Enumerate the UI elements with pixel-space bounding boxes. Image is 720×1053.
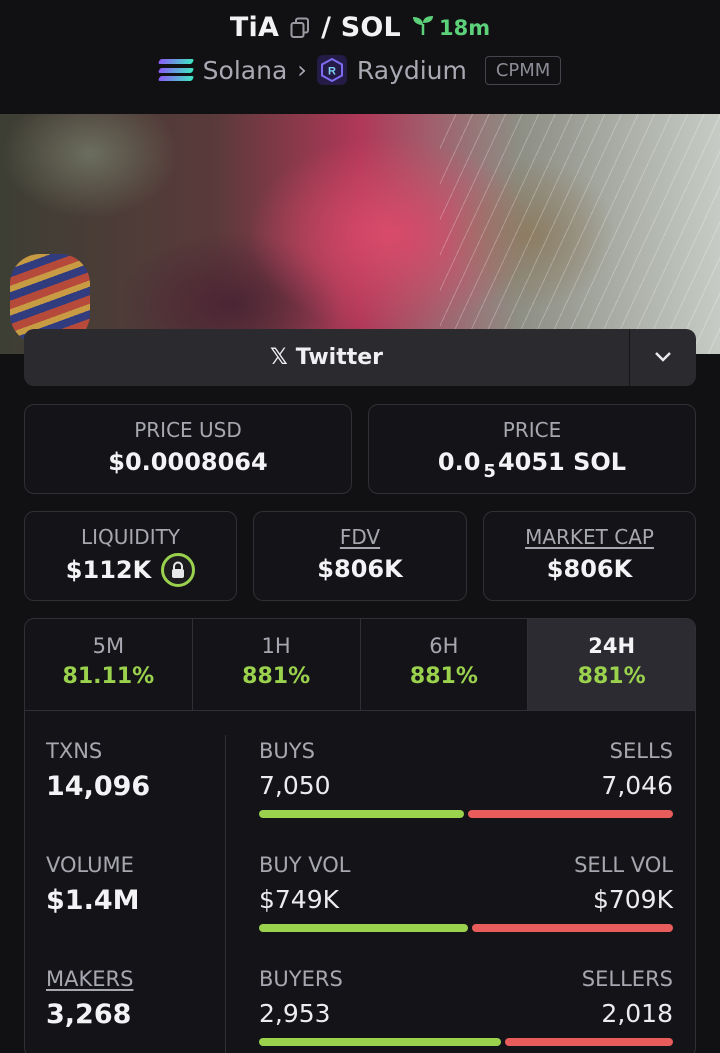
buyers-bar: [259, 1038, 501, 1046]
copy-icon[interactable]: [289, 16, 311, 40]
buyers-sellers-stat: BUYERS 2,953 SELLERS 2,018: [259, 967, 673, 1046]
stats-grid: TXNS 14,096 VOLUME $1.4M MAKERS 3,268 BU…: [25, 711, 695, 1053]
tab-6h[interactable]: 6H 881%: [361, 619, 529, 710]
tab-5m-label: 5M: [92, 634, 125, 658]
txns-stat: TXNS 14,096: [46, 739, 150, 802]
buy-sell-volume-stat: BUY VOL $749K SELL VOL $709K: [259, 853, 673, 932]
tab-24h-label: 24H: [588, 634, 636, 658]
fdv-label[interactable]: FDV: [254, 525, 466, 549]
price-native-prefix: 0.0: [437, 448, 481, 476]
volume-label: VOLUME: [46, 853, 134, 877]
chevron-right-icon: ›: [297, 56, 307, 84]
token-banner-image: [0, 114, 720, 354]
chevron-down-icon: [654, 348, 672, 367]
buy-vol-value: $749K: [259, 885, 340, 914]
volume-value: $1.4M: [46, 885, 140, 916]
twitter-label: Twitter: [295, 345, 383, 370]
price-native-zero-count: 5: [483, 460, 496, 482]
buys-sells-ratio-bar: [259, 810, 673, 818]
twitter-button[interactable]: 𝕏 Twitter: [24, 329, 629, 386]
price-usd-value: $0.0008064: [108, 448, 268, 476]
buy-vol-label: BUY VOL: [259, 853, 351, 877]
sell-vol-bar: [472, 924, 673, 932]
sells-label: SELLS: [609, 739, 673, 763]
price-native-value: 0.0 5 4051 SOL: [369, 448, 695, 482]
pair-age: 18m: [411, 14, 490, 41]
sells-bar: [468, 810, 673, 818]
chain-dex-breadcrumb: Solana › R Raydium CPMM: [0, 55, 720, 85]
dex-link[interactable]: Raydium: [357, 56, 467, 85]
pair-age-value: 18m: [438, 15, 491, 40]
tab-24h[interactable]: 24H 881%: [528, 619, 695, 710]
tab-1h[interactable]: 1H 881%: [193, 619, 361, 710]
market-cap-label[interactable]: MARKET CAP: [484, 525, 695, 549]
tab-1h-label: 1H: [261, 634, 291, 658]
sellers-bar: [505, 1038, 673, 1046]
raydium-logo-icon: R: [316, 55, 347, 85]
liquidity-value-row: $112K: [25, 553, 236, 587]
market-cap-value: $806K: [546, 555, 633, 583]
sells-value: 7,046: [601, 771, 673, 800]
more-links-dropdown[interactable]: [629, 329, 696, 386]
sell-vol-label: SELL VOL: [574, 853, 673, 877]
price-usd-label: PRICE USD: [134, 418, 242, 442]
tab-6h-label: 6H: [429, 634, 459, 658]
volume-ratio-bar: [259, 924, 673, 932]
makers-ratio-bar: [259, 1038, 673, 1046]
lock-icon[interactable]: [161, 553, 196, 587]
price-native-box: PRICE 0.0 5 4051 SOL: [368, 404, 696, 494]
liquidity-label: LIQUIDITY: [80, 525, 181, 549]
solana-logo-icon: [157, 55, 194, 85]
sellers-label: SELLERS: [581, 967, 673, 991]
market-cap-box: MARKET CAP $806K: [483, 511, 696, 601]
social-links-bar: 𝕏 Twitter: [24, 329, 696, 386]
txns-label: TXNS: [46, 739, 103, 763]
tab-1h-change: 881%: [242, 664, 311, 689]
fdv-value: $806K: [317, 555, 403, 583]
volume-stat: VOLUME $1.4M: [46, 853, 140, 916]
liquidity-value: $112K: [65, 556, 152, 584]
sell-vol-value: $709K: [592, 885, 673, 914]
tab-6h-change: 881%: [409, 664, 478, 689]
buys-bar: [259, 810, 464, 818]
fdv-box: FDV $806K: [253, 511, 467, 601]
buys-label: BUYS: [259, 739, 315, 763]
tab-5m[interactable]: 5M 81.11%: [25, 619, 193, 710]
stats-divider: [225, 735, 226, 1053]
buys-sells-stat: BUYS 7,050 SELLS 7,046: [259, 739, 673, 818]
makers-stat: MAKERS 3,268: [46, 967, 133, 1030]
buys-value: 7,050: [259, 771, 331, 800]
tab-24h-change: 881%: [577, 664, 646, 689]
token-symbol: TiA: [229, 12, 280, 43]
price-usd-box: PRICE USD $0.0008064: [24, 404, 352, 494]
liquidity-box: LIQUIDITY $112K: [24, 511, 237, 601]
tab-5m-change: 81.11%: [62, 664, 155, 689]
timeframe-tabs: 5M 81.11% 1H 881% 6H 881% 24H 881%: [25, 619, 695, 711]
quote-symbol: / SOL: [321, 12, 401, 43]
trading-stats-panel: 5M 81.11% 1H 881% 6H 881% 24H 881% TXNS …: [24, 618, 696, 1053]
sprout-icon: [411, 14, 435, 41]
makers-label[interactable]: MAKERS: [46, 967, 133, 991]
txns-value: 14,096: [46, 771, 151, 802]
pool-type-badge: CPMM: [484, 55, 562, 85]
sellers-value: 2,018: [601, 999, 673, 1028]
price-native-suffix: 4051 SOL: [497, 448, 627, 476]
buyers-value: 2,953: [259, 999, 331, 1028]
pair-title-row: TiA / SOL 18m: [0, 12, 720, 43]
buy-vol-bar: [259, 924, 468, 932]
svg-text:R: R: [328, 66, 336, 78]
chain-link[interactable]: Solana: [203, 56, 288, 85]
makers-value: 3,268: [46, 999, 132, 1030]
price-native-label: PRICE: [502, 418, 562, 442]
pair-header: TiA / SOL 18m Solana › R Raydium CPMM: [0, 0, 720, 114]
x-logo-icon: 𝕏: [270, 345, 288, 370]
buyers-label: BUYERS: [259, 967, 343, 991]
